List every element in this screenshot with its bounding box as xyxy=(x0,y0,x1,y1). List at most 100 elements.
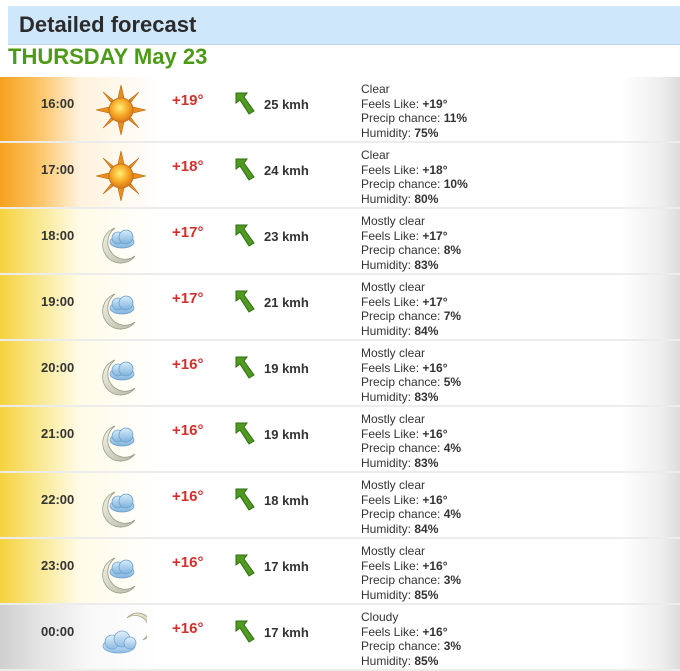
humidity-label: Humidity: xyxy=(361,323,415,338)
feels-like-label: Feels Like: xyxy=(361,228,423,243)
condition-text: Clear xyxy=(361,82,390,96)
condition-text: Mostly clear xyxy=(361,478,426,492)
precip-chance-value: 4% xyxy=(443,441,462,455)
wind-speed: 18 kmh xyxy=(264,493,309,508)
condition-text: Mostly clear xyxy=(361,544,426,558)
feels-like-label: Feels Like: xyxy=(361,360,423,375)
moon-cloud-icon xyxy=(95,480,147,532)
precip-chance-value: 4% xyxy=(443,507,462,521)
moon-cloud-icon xyxy=(95,348,147,400)
forecast-row-2300: 23:00 +16° 17 kmh Mostly clear Feels Lik… xyxy=(0,539,680,605)
precip-chance-value: 7% xyxy=(443,309,462,323)
wind-direction-arrow-icon xyxy=(235,224,255,247)
moon-cloud-icon xyxy=(95,282,147,334)
wind-speed: 21 kmh xyxy=(264,295,309,310)
temperature: +16° xyxy=(172,488,204,505)
wind-direction-arrow-icon xyxy=(235,422,255,445)
humidity-label: Humidity: xyxy=(361,191,415,206)
precip-chance: Precip chance: 10% xyxy=(361,177,468,192)
weather-details: Mostly clear Feels Like: +17° Precip cha… xyxy=(361,280,461,338)
sun-icon xyxy=(95,84,147,136)
feels-like-value: +16° xyxy=(422,492,448,507)
forecast-row-1900: 19:00 +17° 21 kmh Mostly clear Feels Lik… xyxy=(0,275,680,341)
time-label: 16:00 xyxy=(41,96,75,111)
feels-like-label: Feels Like: xyxy=(361,96,423,111)
temperature: +17° xyxy=(172,290,204,307)
feels-like-value: +16° xyxy=(422,558,448,573)
wind-direction-arrow-icon xyxy=(235,92,255,115)
humidity-value: 83% xyxy=(414,257,439,272)
feels-like-label: Feels Like: xyxy=(361,426,423,441)
wind-speed: 23 kmh xyxy=(264,229,309,244)
time-label: 20:00 xyxy=(41,360,75,375)
humidity-label: Humidity: xyxy=(361,125,415,140)
precip-chance: Precip chance: 7% xyxy=(361,309,461,324)
temperature: +18° xyxy=(172,158,204,175)
wind-speed: 17 kmh xyxy=(264,559,309,574)
wind-direction-arrow-icon xyxy=(235,356,255,379)
feels-like-value: +19° xyxy=(422,96,448,111)
temperature: +19° xyxy=(172,92,204,109)
precip-chance-label: Precip chance: xyxy=(361,507,444,521)
feels-like-label: Feels Like: xyxy=(361,492,423,507)
wind-direction-arrow-icon xyxy=(235,290,255,313)
weather-details: Mostly clear Feels Like: +16° Precip cha… xyxy=(361,544,461,602)
feels-like: Feels Like: +16° xyxy=(361,493,461,508)
weather-details: Mostly clear Feels Like: +16° Precip cha… xyxy=(361,346,461,404)
humidity-value: 75% xyxy=(414,125,439,140)
feels-like-label: Feels Like: xyxy=(361,624,423,639)
humidity-label: Humidity: xyxy=(361,455,415,470)
temperature: +16° xyxy=(172,422,204,439)
forecast-table: 16:00 +19° 25 kmh Clear Feels Like: +19°… xyxy=(0,77,680,671)
temperature: +16° xyxy=(172,356,204,373)
precip-chance: Precip chance: 5% xyxy=(361,375,461,390)
humidity-value: 85% xyxy=(414,653,439,668)
time-label: 18:00 xyxy=(41,228,75,243)
wind-speed: 25 kmh xyxy=(264,97,309,112)
weather-details: Cloudy Feels Like: +16° Precip chance: 3… xyxy=(361,610,461,668)
precip-chance-value: 11% xyxy=(443,111,468,125)
wind-direction-arrow-icon xyxy=(235,554,255,577)
feels-like-value: +18° xyxy=(422,162,448,177)
precip-chance: Precip chance: 8% xyxy=(361,243,461,258)
time-label: 22:00 xyxy=(41,492,75,507)
wind-speed: 24 kmh xyxy=(264,163,309,178)
humidity-label: Humidity: xyxy=(361,389,415,404)
precip-chance-label: Precip chance: xyxy=(361,375,444,389)
temperature: +17° xyxy=(172,224,204,241)
precip-chance: Precip chance: 4% xyxy=(361,507,461,522)
humidity-value: 84% xyxy=(414,323,439,338)
precip-chance-label: Precip chance: xyxy=(361,243,444,257)
forecast-header: Detailed forecast xyxy=(8,6,680,45)
feels-like-value: +16° xyxy=(422,426,448,441)
precip-chance-label: Precip chance: xyxy=(361,441,444,455)
forecast-row-2000: 20:00 +16° 19 kmh Mostly clear Feels Lik… xyxy=(0,341,680,407)
forecast-row-1600: 16:00 +19° 25 kmh Clear Feels Like: +19°… xyxy=(0,77,680,143)
time-label: 17:00 xyxy=(41,162,75,177)
temperature: +16° xyxy=(172,554,204,571)
condition-text: Cloudy xyxy=(361,610,399,624)
humidity-value: 83% xyxy=(414,455,439,470)
feels-like: Feels Like: +16° xyxy=(361,361,461,376)
precip-chance-label: Precip chance: xyxy=(361,639,444,653)
weather-details: Mostly clear Feels Like: +16° Precip cha… xyxy=(361,478,461,536)
wind-speed: 19 kmh xyxy=(264,427,309,442)
precip-chance-value: 5% xyxy=(443,375,462,389)
condition-text: Mostly clear xyxy=(361,280,426,294)
precip-chance-value: 8% xyxy=(443,243,462,257)
precip-chance-value: 10% xyxy=(443,177,468,191)
weather-details: Clear Feels Like: +18° Precip chance: 10… xyxy=(361,148,468,206)
feels-like: Feels Like: +17° xyxy=(361,229,461,244)
humidity: Humidity: 84% xyxy=(361,522,461,537)
condition-text: Mostly clear xyxy=(361,346,426,360)
feels-like-label: Feels Like: xyxy=(361,558,423,573)
sun-icon xyxy=(95,150,147,202)
day-title: THURSDAY May 23 xyxy=(8,44,208,69)
feels-like-label: Feels Like: xyxy=(361,162,423,177)
humidity: Humidity: 83% xyxy=(361,258,461,273)
moon-cloud-icon xyxy=(95,546,147,598)
weather-details: Clear Feels Like: +19° Precip chance: 11… xyxy=(361,82,467,140)
wind-direction-arrow-icon xyxy=(235,488,255,511)
humidity-value: 85% xyxy=(414,587,439,602)
humidity-label: Humidity: xyxy=(361,521,415,536)
